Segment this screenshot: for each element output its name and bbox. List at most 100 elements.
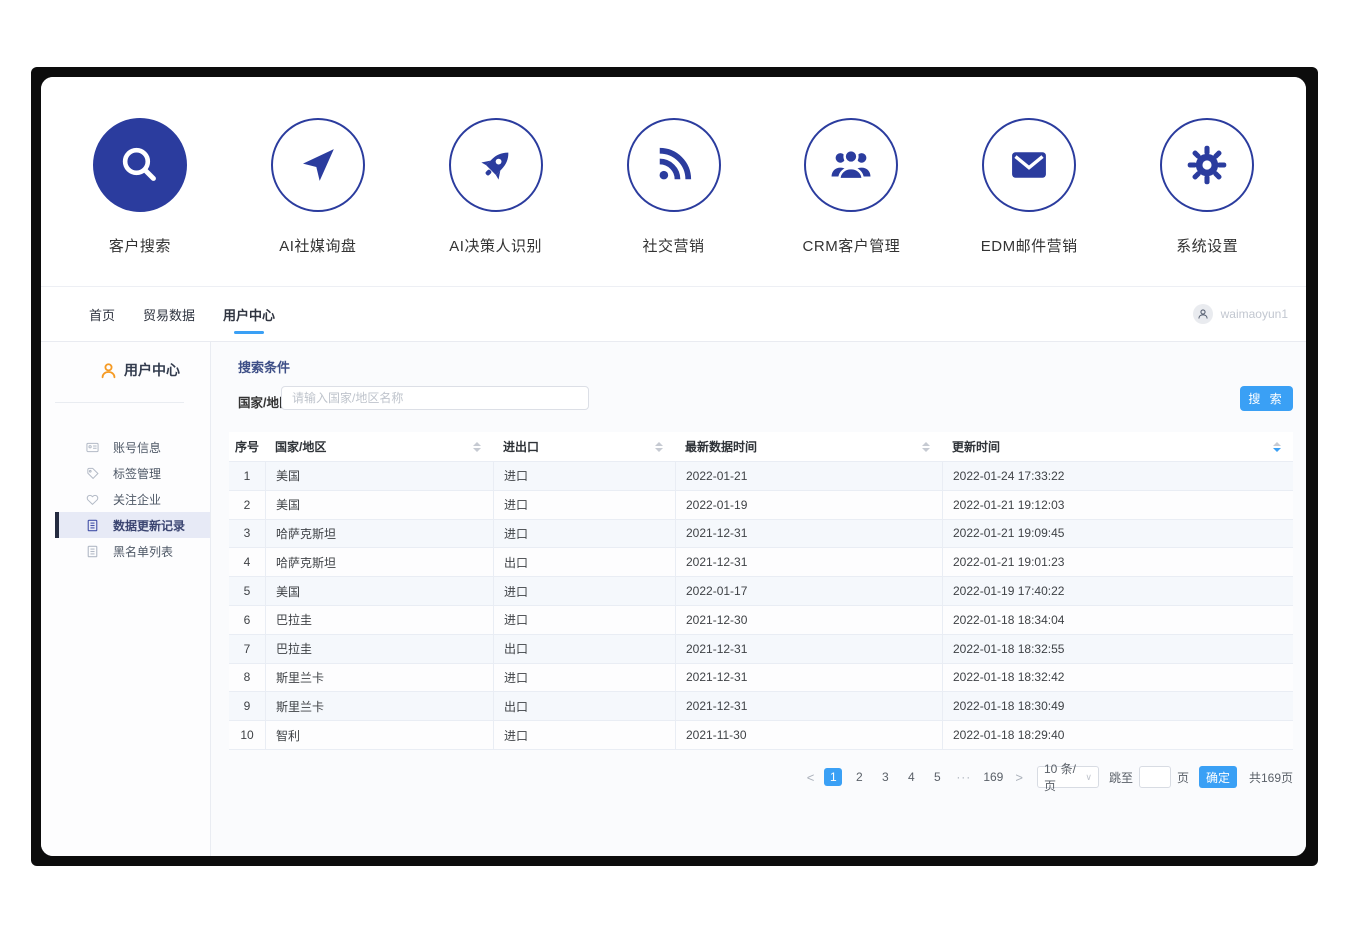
rss-icon <box>627 118 721 212</box>
module-label: 系统设置 <box>1176 235 1238 256</box>
send-icon <box>271 118 365 212</box>
module-social-marketing[interactable]: 社交营销 <box>585 118 763 286</box>
column-header-country: 国家/地区 <box>265 432 493 461</box>
total-pages-label: 共169页 <box>1249 769 1293 786</box>
column-header-label: 进出口 <box>503 438 539 455</box>
jump-page-input[interactable] <box>1139 766 1171 788</box>
cell-latest-data-time: 2022-01-19 <box>675 491 942 519</box>
cell-import-export: 进口 <box>493 664 675 692</box>
column-header-label: 国家/地区 <box>275 438 326 455</box>
cell-update-time: 2022-01-24 17:33:22 <box>942 462 1293 490</box>
sidebar-item-account-info[interactable]: 账号信息 <box>55 434 210 460</box>
sort-icon[interactable] <box>473 442 481 452</box>
sidebar-item-data-update-log[interactable]: 数据更新记录 <box>55 512 210 538</box>
cell-latest-data-time: 2021-12-31 <box>675 635 942 663</box>
search-section-title: 搜索条件 <box>238 357 290 376</box>
user-avatar-icon <box>1193 304 1213 324</box>
cell-country: 巴拉圭 <box>265 606 493 634</box>
tab-user-center[interactable]: 用户中心 <box>221 299 277 330</box>
module-crm-management[interactable]: CRM客户管理 <box>762 118 940 286</box>
list-icon <box>86 545 99 558</box>
tab-home[interactable]: 首页 <box>87 299 117 330</box>
sidebar-header: 用户中心 <box>41 360 210 380</box>
jump-to-label: 跳至 <box>1109 769 1133 786</box>
cell-update-time: 2022-01-21 19:09:45 <box>942 520 1293 548</box>
module-ai-decision-maker[interactable]: AI决策人识别 <box>407 118 585 286</box>
sort-icon-active-desc[interactable] <box>1273 442 1281 452</box>
cell-update-time: 2022-01-19 17:40:22 <box>942 577 1293 605</box>
cell-import-export: 出口 <box>493 548 675 576</box>
column-header-label: 最新数据时间 <box>685 438 757 455</box>
confirm-button[interactable]: 确定 <box>1199 766 1237 788</box>
sort-icon[interactable] <box>922 442 930 452</box>
prev-page-button[interactable]: < <box>801 770 821 785</box>
page-number-button[interactable]: 5 <box>928 768 946 786</box>
table-row: 6 巴拉圭 进口 2021-12-30 2022-01-18 18:34:04 <box>229 606 1293 635</box>
page-number-button[interactable]: 2 <box>850 768 868 786</box>
page-number-button[interactable]: ··· <box>954 768 973 786</box>
module-customer-search[interactable]: 客户搜索 <box>51 118 229 286</box>
cell-import-export: 进口 <box>493 520 675 548</box>
username: waimaoyun1 <box>1221 307 1288 321</box>
module-label: AI决策人识别 <box>449 235 542 256</box>
module-ai-social-inquiry[interactable]: AI社媒询盘 <box>229 118 407 286</box>
module-label: 客户搜索 <box>109 235 171 256</box>
main-panel: 搜索条件 国家/地区 搜 索 序号 国家/地区 <box>211 342 1306 856</box>
list-icon <box>86 519 99 532</box>
country-input[interactable] <box>281 386 589 410</box>
cell-index: 9 <box>229 692 265 720</box>
table-row: 5 美国 进口 2022-01-17 2022-01-19 17:40:22 <box>229 577 1293 606</box>
sidebar-item-followed-companies[interactable]: 关注企业 <box>55 486 210 512</box>
table-row: 3 哈萨克斯坦 进口 2021-12-31 2022-01-21 19:09:4… <box>229 520 1293 549</box>
table-header-row: 序号 国家/地区 进出口 <box>229 432 1293 462</box>
sidebar-item-label: 标签管理 <box>113 465 161 482</box>
id-card-icon <box>86 441 99 454</box>
app-window: 客户搜索 AI社媒询盘 <box>41 77 1306 856</box>
table-row: 7 巴拉圭 出口 2021-12-31 2022-01-18 18:32:55 <box>229 635 1293 664</box>
cell-latest-data-time: 2021-11-30 <box>675 721 942 749</box>
cell-update-time: 2022-01-21 19:01:23 <box>942 548 1293 576</box>
user-chip[interactable]: waimaoyun1 <box>1193 304 1288 324</box>
table-row: 1 美国 进口 2022-01-21 2022-01-24 17:33:22 <box>229 462 1293 491</box>
cell-update-time: 2022-01-18 18:34:04 <box>942 606 1293 634</box>
cell-country: 哈萨克斯坦 <box>265 548 493 576</box>
cell-import-export: 进口 <box>493 721 675 749</box>
search-button[interactable]: 搜 索 <box>1240 386 1293 411</box>
cell-country: 斯里兰卡 <box>265 692 493 720</box>
column-header-index: 序号 <box>229 432 265 461</box>
cell-country: 斯里兰卡 <box>265 664 493 692</box>
tab-trade-data[interactable]: 贸易数据 <box>141 299 197 330</box>
sort-icon[interactable] <box>655 442 663 452</box>
next-page-button[interactable]: > <box>1009 770 1029 785</box>
table-body: 1 美国 进口 2022-01-21 2022-01-24 17:33:22 2… <box>229 462 1293 750</box>
cell-update-time: 2022-01-18 18:30:49 <box>942 692 1293 720</box>
page-number-button[interactable]: 169 <box>981 768 1005 786</box>
cell-latest-data-time: 2021-12-31 <box>675 520 942 548</box>
page-size-select[interactable]: 10 条/页 ∨ <box>1037 766 1099 788</box>
column-header-update-time: 更新时间 <box>942 432 1293 461</box>
cell-import-export: 出口 <box>493 692 675 720</box>
column-header-label: 更新时间 <box>952 438 1000 455</box>
module-edm-marketing[interactable]: EDM邮件营销 <box>940 118 1118 286</box>
cell-import-export: 出口 <box>493 635 675 663</box>
page-number-button[interactable]: 3 <box>876 768 894 786</box>
sidebar-item-tag-management[interactable]: 标签管理 <box>55 460 210 486</box>
sidebar-item-blacklist[interactable]: 黑名单列表 <box>55 538 210 564</box>
person-icon <box>100 362 117 379</box>
cell-latest-data-time: 2021-12-31 <box>675 692 942 720</box>
sidebar-divider <box>55 402 184 403</box>
column-header-import-export: 进出口 <box>493 432 675 461</box>
module-system-settings[interactable]: 系统设置 <box>1118 118 1296 286</box>
cell-latest-data-time: 2022-01-21 <box>675 462 942 490</box>
cell-latest-data-time: 2022-01-17 <box>675 577 942 605</box>
cell-import-export: 进口 <box>493 462 675 490</box>
cell-country: 美国 <box>265 462 493 490</box>
cell-country: 巴拉圭 <box>265 635 493 663</box>
data-update-table: 序号 国家/地区 进出口 <box>229 432 1293 750</box>
pagination: < 12345 ··· 169 > 10 条/页 ∨ 跳至 页 确定 共169页 <box>801 765 1293 789</box>
sidebar-item-label: 黑名单列表 <box>113 543 173 560</box>
page-number-button[interactable]: 4 <box>902 768 920 786</box>
page-number-button[interactable]: 1 <box>824 768 842 786</box>
page-word-label: 页 <box>1177 769 1189 786</box>
cell-latest-data-time: 2021-12-30 <box>675 606 942 634</box>
